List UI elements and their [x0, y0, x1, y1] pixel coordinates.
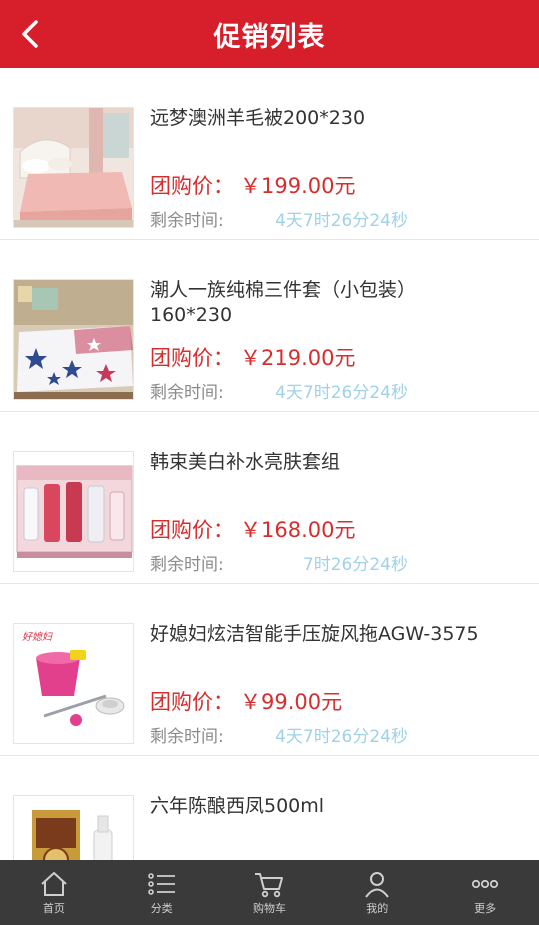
price-value: ￥219.00元: [240, 346, 356, 370]
product-image[interactable]: [13, 107, 134, 228]
tab-more[interactable]: 更多: [431, 860, 539, 925]
product-name[interactable]: 韩束美白补水亮肤套组: [150, 450, 480, 475]
group-price: 团购价： ￥99.00元: [150, 686, 342, 716]
product-image[interactable]: 好媳妇: [13, 623, 134, 744]
product-name[interactable]: 潮人一族纯棉三件套（小包装）160*230: [150, 278, 480, 328]
countdown-timer: 4天7时26分24秒: [275, 383, 408, 403]
list-item[interactable]: 远梦澳洲羊毛被200*230 团购价： ￥199.00元 剩余时间: 4天7时2…: [0, 68, 539, 240]
list-icon: [147, 872, 175, 895]
price-label: 团购价：: [150, 346, 234, 370]
price-label: 团购价：: [150, 518, 234, 542]
price-value: ￥99.00元: [240, 690, 343, 714]
tab-label: 更多: [474, 901, 497, 915]
bottom-tab-bar: 首页 分类 购物车 我的 更多: [0, 860, 539, 925]
group-price: 团购价： ￥219.00元: [150, 342, 355, 372]
tab-category[interactable]: 分类: [108, 860, 216, 925]
product-name[interactable]: 远梦澳洲羊毛被200*230: [150, 106, 480, 131]
countdown-timer: 7时26分24秒: [302, 555, 408, 575]
price-label: 团购价：: [150, 174, 234, 198]
home-icon: [41, 871, 67, 896]
product-image[interactable]: [13, 795, 134, 860]
list-item[interactable]: 韩束美白补水亮肤套组 团购价： ￥168.00元 剩余时间: 7时26分24秒: [0, 412, 539, 584]
user-icon: [365, 871, 390, 898]
group-price: 团购价： ￥199.00元: [150, 170, 355, 200]
page-title: 促销列表: [213, 21, 326, 53]
more-icon: [471, 879, 499, 888]
tab-label: 分类: [150, 901, 173, 915]
tab-label: 首页: [42, 901, 65, 915]
product-image[interactable]: [13, 451, 134, 572]
product-list[interactable]: 远梦澳洲羊毛被200*230 团购价： ￥199.00元 剩余时间: 4天7时2…: [0, 68, 539, 860]
tab-mine[interactable]: 我的: [323, 860, 431, 925]
chevron-left-icon: [22, 20, 38, 48]
price-label: 团购价：: [150, 690, 234, 714]
svg-text:好媳妇: 好媳妇: [22, 631, 53, 643]
group-price: 团购价： ￥168.00元: [150, 514, 355, 544]
price-value: ￥199.00元: [240, 174, 356, 198]
price-value: ￥168.00元: [240, 518, 356, 542]
header-bar: 促销列表: [0, 0, 539, 68]
product-name[interactable]: 好媳妇炫洁智能手压旋风拖AGW-3575: [150, 622, 480, 647]
list-item[interactable]: 潮人一族纯棉三件套（小包装）160*230 团购价： ￥219.00元 剩余时间…: [0, 240, 539, 412]
cart-icon: [255, 872, 284, 897]
back-button[interactable]: [12, 16, 48, 52]
product-name[interactable]: 六年陈酿西凤500ml: [150, 794, 480, 819]
tab-home[interactable]: 首页: [0, 860, 108, 925]
countdown-timer: 4天7时26分24秒: [275, 211, 408, 231]
tab-label: 我的: [366, 901, 389, 915]
countdown-timer: 4天7时26分24秒: [275, 727, 408, 747]
list-item[interactable]: 六年陈酿西凤500ml: [0, 756, 539, 860]
list-item[interactable]: 好媳妇 好媳妇炫洁智能手压旋风拖AGW-3575 团购价： ￥99.00元 剩余…: [0, 584, 539, 756]
tab-cart[interactable]: 购物车: [216, 860, 324, 925]
product-image[interactable]: [13, 279, 134, 400]
tab-label: 购物车: [252, 901, 286, 915]
